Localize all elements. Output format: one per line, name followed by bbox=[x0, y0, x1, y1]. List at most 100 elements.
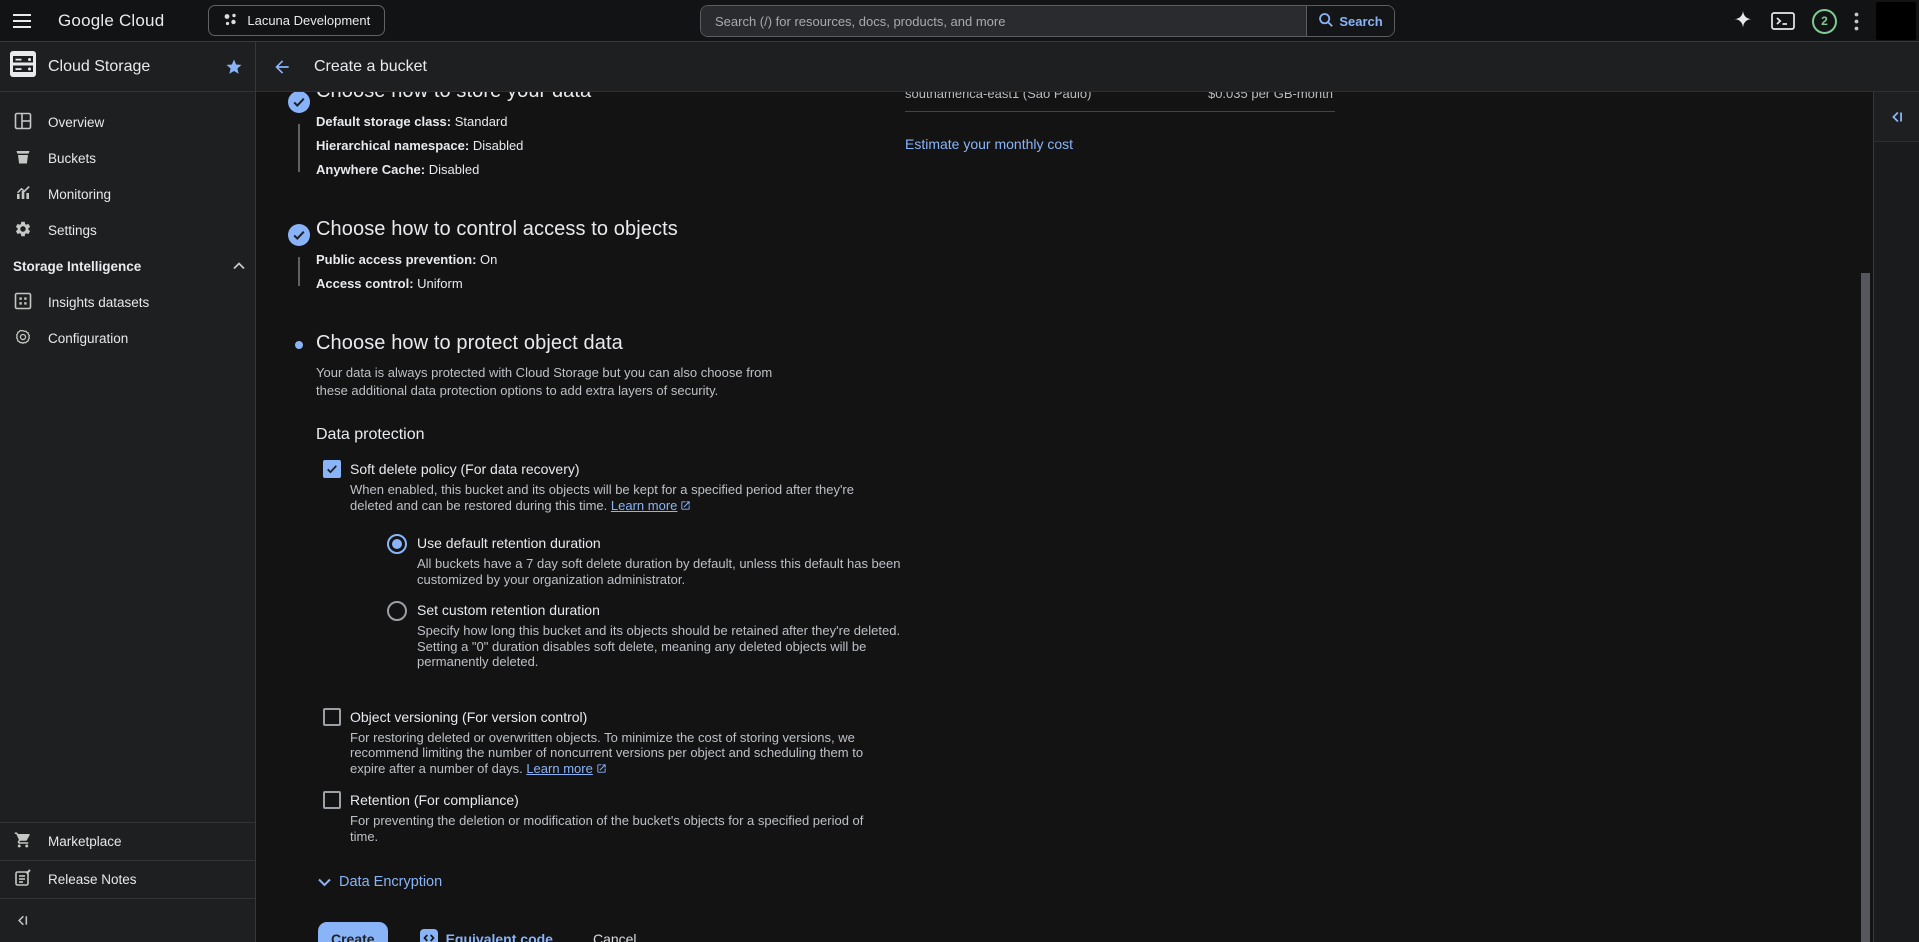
sidebar-item-monitoring[interactable]: Monitoring bbox=[0, 176, 255, 212]
soft-delete-label[interactable]: Soft delete policy (For data recovery) bbox=[350, 460, 907, 478]
sidebar: Cloud Storage Overview Buckets Monitorin… bbox=[0, 42, 256, 942]
region-price-row: southamerica-east1 (São Paulo) $0.035 pe… bbox=[905, 92, 1335, 112]
sidebar-nav: Overview Buckets Monitoring Settings Sto… bbox=[0, 92, 255, 356]
sidebar-item-release-notes[interactable]: Release Notes bbox=[0, 860, 255, 898]
user-avatar[interactable] bbox=[1876, 2, 1916, 40]
gear-icon bbox=[14, 220, 32, 241]
step-protect-data: Choose how to protect object data Your d… bbox=[283, 330, 923, 942]
detail-hierarchical-namespace: Hierarchical namespace: Disabled bbox=[316, 138, 923, 154]
sidebar-section-label: Storage Intelligence bbox=[13, 259, 141, 274]
default-retention-description: All buckets have a 7 day soft delete dur… bbox=[417, 556, 907, 587]
sidebar-item-marketplace[interactable]: Marketplace bbox=[0, 822, 255, 860]
bucket-icon bbox=[14, 148, 32, 169]
panel-collapse-icon bbox=[14, 912, 31, 929]
sidebar-item-buckets[interactable]: Buckets bbox=[0, 140, 255, 176]
option-default-retention: Use default retention duration All bucke… bbox=[387, 534, 907, 587]
open-in-new-icon bbox=[596, 762, 607, 778]
favorite-star-icon[interactable] bbox=[225, 58, 243, 76]
retention-compliance-checkbox[interactable] bbox=[323, 791, 341, 809]
estimate-cost-link[interactable]: Estimate your monthly cost bbox=[905, 136, 1335, 152]
soft-delete-checkbox[interactable] bbox=[323, 460, 341, 478]
main-area: Create a bucket bbox=[256, 42, 1919, 942]
global-search: Search bbox=[700, 5, 1395, 37]
sidebar-item-label: Insights datasets bbox=[48, 295, 149, 310]
marketplace-cart-icon bbox=[14, 831, 32, 852]
hamburger-menu-icon[interactable] bbox=[0, 0, 44, 42]
code-icon bbox=[420, 929, 438, 942]
sidebar-item-insights-datasets[interactable]: Insights datasets bbox=[0, 284, 255, 320]
page-header: Create a bucket bbox=[256, 42, 1919, 92]
object-versioning-label[interactable]: Object versioning (For version control) bbox=[350, 708, 880, 726]
cloud-shell-icon[interactable] bbox=[1771, 11, 1795, 31]
project-selector[interactable]: Lacuna Development bbox=[208, 5, 385, 36]
page-title: Create a bucket bbox=[314, 58, 427, 76]
checkmark-icon bbox=[325, 462, 339, 476]
detail-public-access-prevention: Public access prevention: On bbox=[316, 252, 923, 268]
step-connector bbox=[298, 257, 300, 286]
step-title[interactable]: Choose how to store your data bbox=[316, 92, 923, 104]
sidebar-collapse-button[interactable] bbox=[0, 898, 255, 942]
chevron-down-icon bbox=[318, 878, 331, 887]
cancel-button[interactable]: Cancel bbox=[593, 931, 637, 942]
learn-more-link[interactable]: Learn more bbox=[611, 498, 677, 513]
soft-delete-description: When enabled, this bucket and its object… bbox=[350, 482, 880, 514]
object-versioning-checkbox[interactable] bbox=[323, 708, 341, 726]
sidebar-title: Cloud Storage bbox=[48, 58, 150, 76]
search-button-label: Search bbox=[1339, 14, 1382, 29]
custom-retention-radio[interactable] bbox=[387, 601, 407, 621]
retention-compliance-label[interactable]: Retention (For compliance) bbox=[350, 791, 880, 809]
detail-access-control: Access control: Uniform bbox=[316, 276, 923, 292]
kebab-menu-icon[interactable] bbox=[1854, 12, 1859, 31]
notifications-badge[interactable]: 2 bbox=[1812, 9, 1837, 34]
configuration-gear-icon bbox=[14, 328, 32, 349]
sidebar-item-label: Configuration bbox=[48, 331, 128, 346]
sidebar-item-overview[interactable]: Overview bbox=[0, 104, 255, 140]
sidebar-section-storage-intelligence[interactable]: Storage Intelligence bbox=[0, 248, 255, 284]
sidebar-item-label: Overview bbox=[48, 115, 104, 130]
sidebar-item-configuration[interactable]: Configuration bbox=[0, 320, 255, 356]
gemini-sparkle-icon[interactable] bbox=[1732, 10, 1754, 32]
logo-text: Google Cloud bbox=[58, 11, 164, 30]
equivalent-code-button[interactable]: Equivalent code bbox=[420, 929, 553, 942]
panel-collapse-button[interactable] bbox=[1888, 108, 1906, 126]
panel-collapse-icon bbox=[1888, 108, 1906, 126]
sidebar-item-settings[interactable]: Settings bbox=[0, 212, 255, 248]
learn-more-link[interactable]: Learn more bbox=[526, 761, 592, 776]
default-retention-label[interactable]: Use default retention duration bbox=[417, 534, 907, 552]
topbar-actions: 2 bbox=[1732, 0, 1919, 42]
sidebar-item-label: Monitoring bbox=[48, 187, 111, 202]
sidebar-item-label: Settings bbox=[48, 223, 97, 238]
scrollbar-thumb[interactable] bbox=[1861, 273, 1870, 942]
active-step-bullet-icon bbox=[295, 341, 303, 349]
insights-datasets-icon bbox=[14, 292, 32, 313]
option-soft-delete: Soft delete policy (For data recovery) W… bbox=[316, 460, 923, 684]
default-retention-radio[interactable] bbox=[387, 534, 407, 554]
step-complete-check-icon bbox=[288, 224, 310, 251]
back-button[interactable] bbox=[262, 47, 302, 87]
step-title[interactable]: Choose how to control access to objects bbox=[316, 216, 923, 242]
cloud-storage-product-icon bbox=[8, 49, 38, 84]
region-name: southamerica-east1 (São Paulo) bbox=[905, 92, 1091, 102]
google-cloud-logo[interactable]: Google Cloud bbox=[58, 11, 164, 31]
option-custom-retention: Set custom retention duration Specify ho… bbox=[387, 601, 907, 670]
bucket-steps: Choose how to store your data Default st… bbox=[283, 92, 923, 942]
create-button[interactable]: Create bbox=[318, 922, 388, 942]
equivalent-code-label: Equivalent code bbox=[446, 931, 553, 942]
retention-compliance-description: For preventing the deletion or modificat… bbox=[350, 813, 880, 844]
search-input[interactable] bbox=[701, 6, 1306, 36]
step-title: Choose how to protect object data bbox=[316, 330, 923, 356]
step-complete-check-icon bbox=[288, 92, 310, 118]
step-store-data: Choose how to store your data Default st… bbox=[283, 92, 923, 186]
sidebar-footer: Marketplace Release Notes bbox=[0, 822, 255, 942]
form-scroll-area: Choose how to store your data Default st… bbox=[256, 92, 1873, 942]
overview-icon bbox=[14, 112, 32, 133]
notification-count: 2 bbox=[1821, 14, 1828, 28]
data-encryption-expander[interactable]: Data Encryption bbox=[316, 874, 923, 890]
region-price: $0.035 per GB-month bbox=[1208, 92, 1335, 102]
search-button[interactable]: Search bbox=[1306, 6, 1394, 36]
project-icon bbox=[223, 12, 238, 30]
open-in-new-icon bbox=[680, 499, 691, 515]
release-notes-icon bbox=[14, 869, 32, 890]
custom-retention-label[interactable]: Set custom retention duration bbox=[417, 601, 907, 619]
search-icon bbox=[1318, 12, 1334, 31]
